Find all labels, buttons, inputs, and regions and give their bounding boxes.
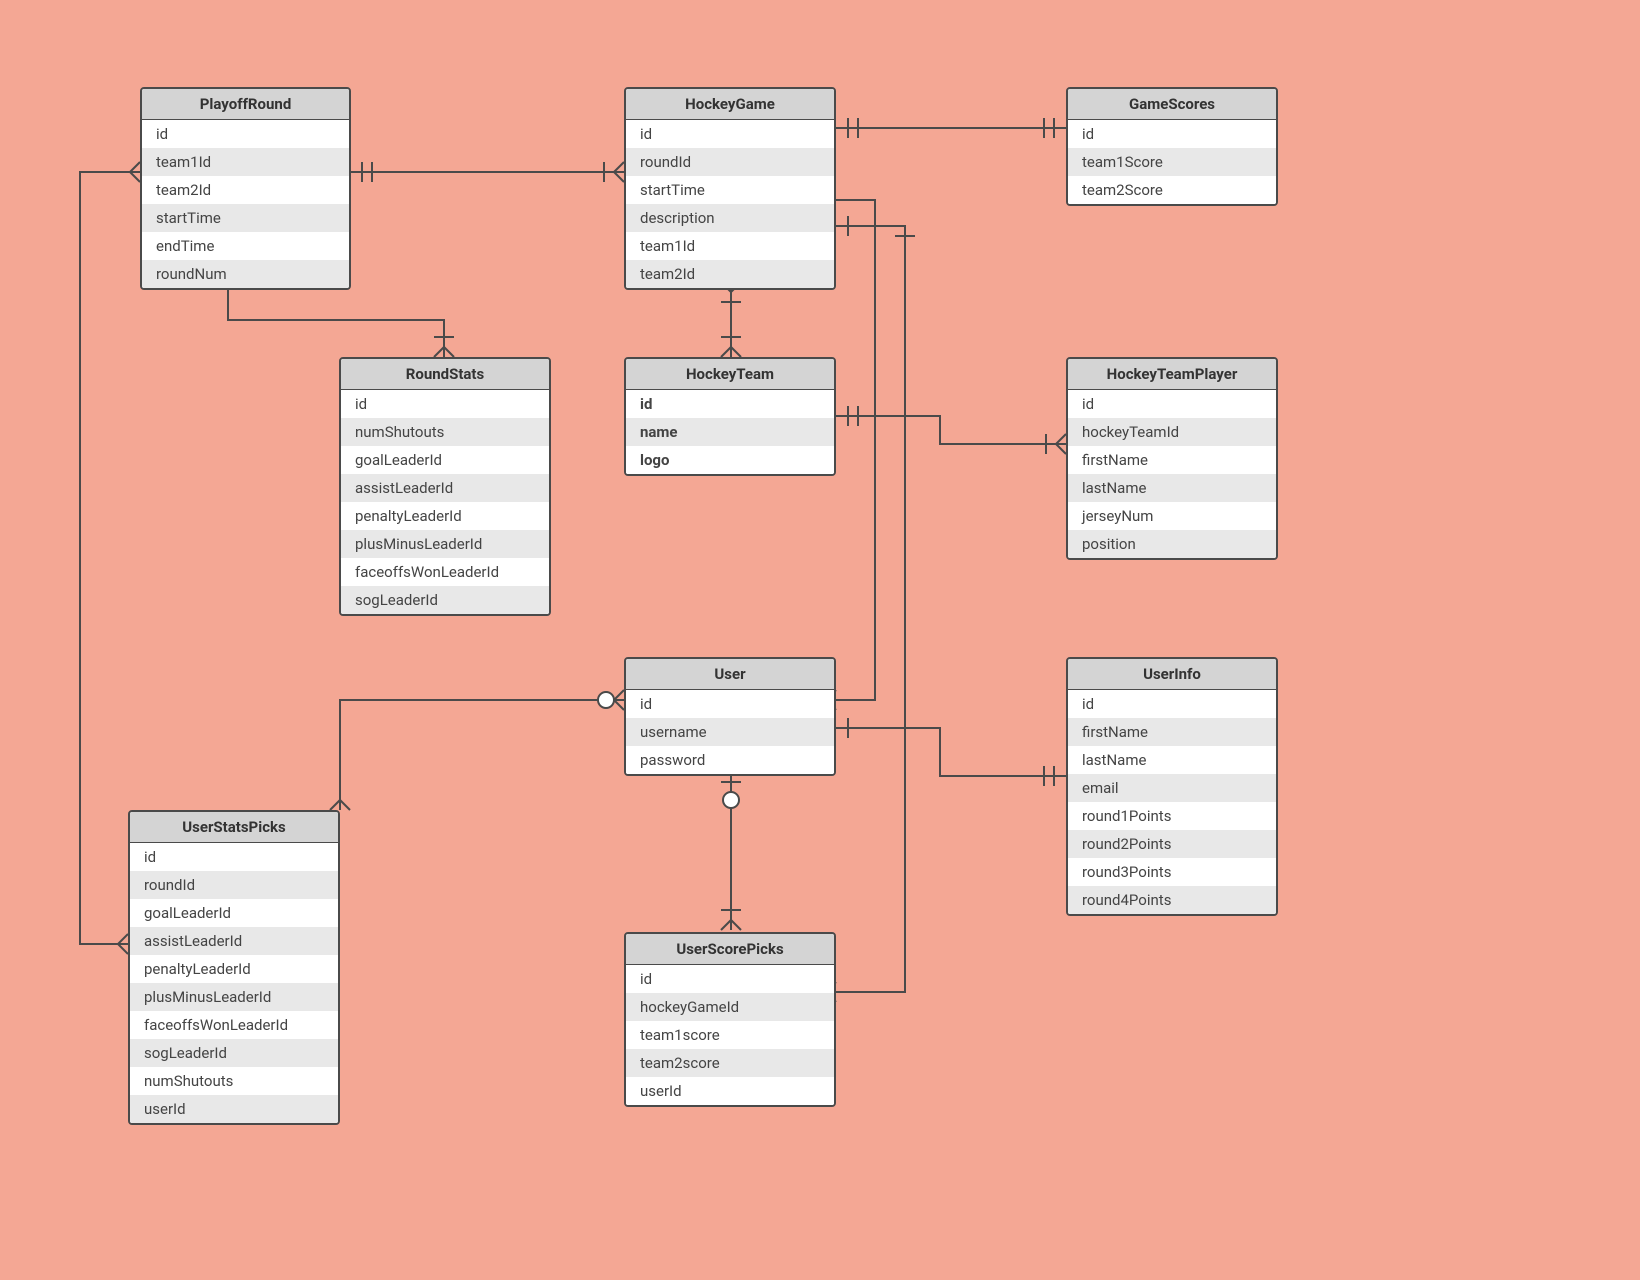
entity-field: goalLeaderId [341,446,549,474]
entity-field: id [130,843,338,871]
entity-field: faceoffsWonLeaderId [130,1011,338,1039]
entity-title: RoundStats [341,359,549,390]
entity-hockeyteamplayer: HockeyTeamPlayer id hockeyTeamId firstNa… [1066,357,1278,560]
entity-field: lastName [1068,474,1276,502]
entity-field: team2Score [1068,176,1276,204]
entity-userscorepicks: UserScorePicks id hockeyGameId team1scor… [624,932,836,1107]
entity-field: id [1068,120,1276,148]
entity-field: assistLeaderId [130,927,338,955]
entity-title: UserStatsPicks [130,812,338,843]
entity-field: sogLeaderId [130,1039,338,1067]
entity-field: id [341,390,549,418]
entity-field: numShutouts [130,1067,338,1095]
entity-field: startTime [142,204,349,232]
entity-field: id [626,120,834,148]
entity-field: round2Points [1068,830,1276,858]
entity-field: id [1068,690,1276,718]
entity-field: id [142,120,349,148]
entity-userstatspicks: UserStatsPicks id roundId goalLeaderId a… [128,810,340,1125]
entity-field: round3Points [1068,858,1276,886]
entity-title: UserScorePicks [626,934,834,965]
entity-title: HockeyTeamPlayer [1068,359,1276,390]
entity-field: roundNum [142,260,349,288]
entity-field: team2score [626,1049,834,1077]
entity-roundstats: RoundStats id numShutouts goalLeaderId a… [339,357,551,616]
entity-field: name [626,418,834,446]
entity-field: email [1068,774,1276,802]
entity-hockeygame: HockeyGame id roundId startTime descript… [624,87,836,290]
entity-hockeyteam: HockeyTeam id name logo [624,357,836,476]
entity-field: userId [626,1077,834,1105]
entity-field: team1Id [626,232,834,260]
entity-field: round4Points [1068,886,1276,914]
entity-field: penaltyLeaderId [130,955,338,983]
entity-field: id [626,965,834,993]
entity-field: hockeyTeamId [1068,418,1276,446]
entity-title: HockeyTeam [626,359,834,390]
entity-title: HockeyGame [626,89,834,120]
entity-user: User id username password [624,657,836,776]
entity-title: UserInfo [1068,659,1276,690]
entity-field: position [1068,530,1276,558]
entity-title: PlayoffRound [142,89,349,120]
entity-title: GameScores [1068,89,1276,120]
entity-gamescores: GameScores id team1Score team2Score [1066,87,1278,206]
entity-field: assistLeaderId [341,474,549,502]
entity-field: plusMinusLeaderId [341,530,549,558]
entity-field: endTime [142,232,349,260]
entity-userinfo: UserInfo id firstName lastName email rou… [1066,657,1278,916]
entity-field: team1score [626,1021,834,1049]
entity-field: logo [626,446,834,474]
entity-field: roundId [130,871,338,899]
entity-field: lastName [1068,746,1276,774]
entity-field: userId [130,1095,338,1123]
entity-field: team1Id [142,148,349,176]
entity-field: plusMinusLeaderId [130,983,338,1011]
entity-field: round1Points [1068,802,1276,830]
entity-field: team2Id [142,176,349,204]
entity-field: id [1068,390,1276,418]
entity-field: roundId [626,148,834,176]
entity-field: team2Id [626,260,834,288]
entity-playoffround: PlayoffRound id team1Id team2Id startTim… [140,87,351,290]
entity-field: sogLeaderId [341,586,549,614]
entity-field: hockeyGameId [626,993,834,1021]
entity-field: id [626,690,834,718]
entity-field: id [626,390,834,418]
entity-field: description [626,204,834,232]
entity-field: faceoffsWonLeaderId [341,558,549,586]
entity-field: firstName [1068,718,1276,746]
entity-field: password [626,746,834,774]
entity-field: penaltyLeaderId [341,502,549,530]
entity-field: firstName [1068,446,1276,474]
entity-title: User [626,659,834,690]
entity-field: team1Score [1068,148,1276,176]
entity-field: startTime [626,176,834,204]
entity-field: jerseyNum [1068,502,1276,530]
entity-field: goalLeaderId [130,899,338,927]
entity-field: username [626,718,834,746]
entity-field: numShutouts [341,418,549,446]
